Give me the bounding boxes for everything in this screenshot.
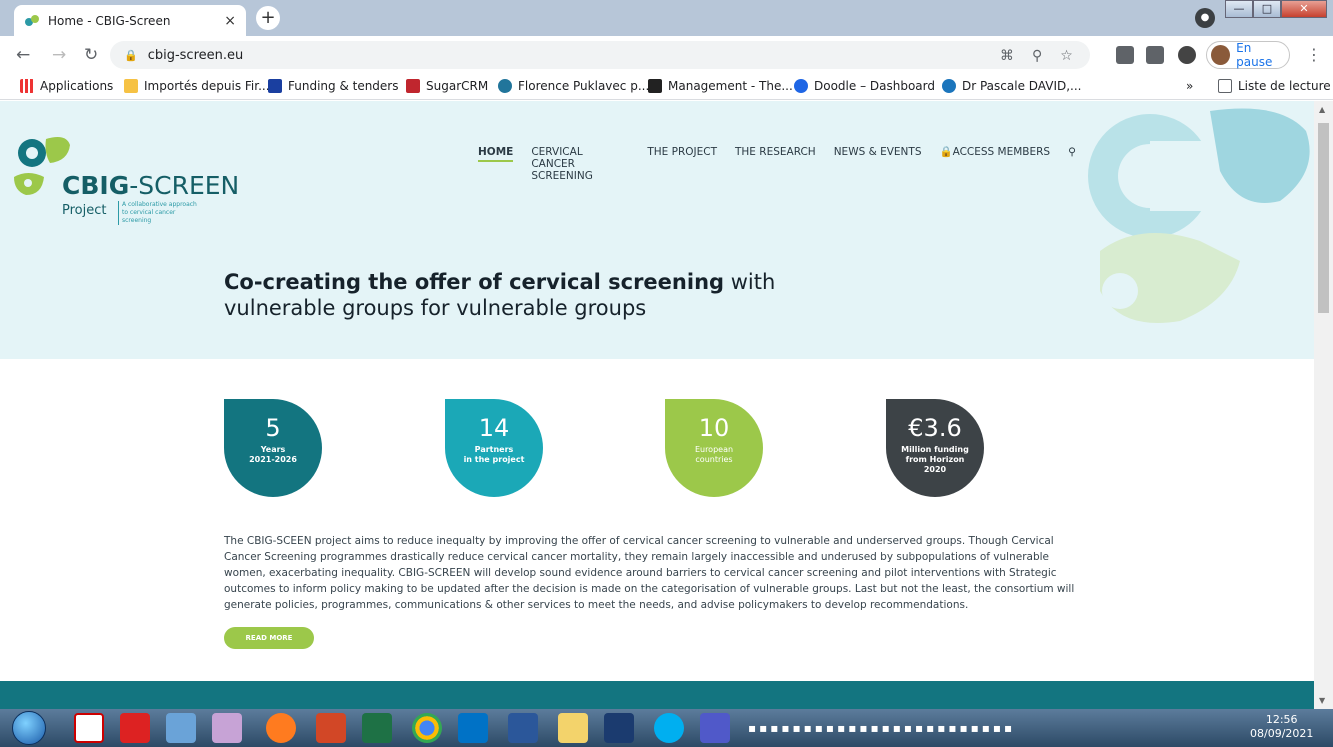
eu-flag-icon [268,79,282,93]
avatar [1211,45,1231,65]
bookmark-funding[interactable]: Funding & tenders [268,79,399,93]
stat-funding: €3.6 Million funding from Horizon 2020 [886,399,984,497]
nx-icon[interactable] [604,713,634,743]
site-favicon-icon [25,14,39,26]
bookmark-sugarcrm[interactable]: SugarCRM [406,79,488,93]
powerpoint-icon[interactable] [316,713,346,743]
paint-icon[interactable] [212,713,242,743]
translate-icon[interactable]: ⌘ [1000,48,1014,64]
extensions-puzzle-icon[interactable] [1178,46,1196,64]
excel-icon[interactable] [362,713,392,743]
scroll-up-icon[interactable]: ▲ [1319,105,1325,114]
apps-grid-icon [20,79,34,93]
browser-menu-icon[interactable]: ⋮ [1306,45,1322,64]
nav-access-members[interactable]: 🔒ACCESS MEMBERS [940,146,1051,182]
clock-time: 12:56 [1265,713,1298,726]
extension-icon[interactable] [1116,46,1134,64]
bookmark-pascale[interactable]: Dr Pascale DAVID,... [942,79,1082,93]
wordpress-icon [498,79,512,93]
hero-section: CBIG-SCREEN Project A collaborative appr… [0,101,1314,359]
stat-partners: 14 Partners in the project [445,399,543,497]
lock-icon: 🔒 [124,48,138,62]
nav-news-events[interactable]: NEWS & EVENTS [834,146,922,182]
forward-icon[interactable]: → [52,45,66,65]
back-icon[interactable]: ← [16,45,30,65]
bookmarks-bar: Applications Importés depuis Fir... Fund… [0,74,1333,100]
system-clock[interactable]: 12:56 08/09/2021 [1250,713,1313,741]
bookmark-management[interactable]: Management - The... [648,79,793,93]
reading-list-icon [1218,79,1232,93]
page-scrollbar[interactable]: ▲ ▼ [1314,101,1333,709]
toolbar: ← → ↻ 🔒 cbig-screen.eu ⌘ ⚲ ☆ En pause ⋮ [0,36,1333,74]
word-icon[interactable] [508,713,538,743]
project-description: The CBIG-SCEEN project aims to reduce in… [224,535,1075,611]
decorative-hands-graphic [1088,108,1310,323]
logo-project: Project [62,203,107,218]
logo-tagline: A collaborative approach to cervical can… [118,201,198,225]
nav-the-project[interactable]: THE PROJECT [647,146,717,182]
scrollbar-thumb[interactable] [1318,123,1329,313]
omnibox-actions: ⌘ ⚲ ☆ [1000,48,1073,64]
tab-search-icon[interactable]: ● [1195,8,1215,28]
hero-heading: Co-creating the offer of cervical screen… [224,270,776,320]
start-button[interactable] [12,711,46,745]
stat-years: 5 Years 2021-2026 [224,399,322,497]
skype-icon[interactable] [654,713,684,743]
main-navigation: HOME CERVICAL CANCER SCREENING THE PROJE… [478,146,1076,182]
bookmark-folder[interactable]: Importés depuis Fir... [124,79,270,93]
web-page: CBIG-SCREEN Project A collaborative appr… [0,101,1314,709]
bookmark-applications[interactable]: Applications [20,79,113,93]
browser-tab-strip: Home - CBIG-Screen × + ● — □ ✕ [0,0,1333,36]
address-bar[interactable]: 🔒 cbig-screen.eu [110,41,1090,69]
management-icon [648,79,662,93]
sugarcrm-icon [406,79,420,93]
browser-tab[interactable]: Home - CBIG-Screen × [14,5,246,36]
maximize-button[interactable]: □ [1253,0,1281,18]
reload-icon[interactable]: ↻ [84,45,98,65]
url-text: cbig-screen.eu [147,47,244,63]
new-tab-button[interactable]: + [256,6,280,30]
scroll-down-icon[interactable]: ▼ [1319,696,1325,705]
tab-title: Home - CBIG-Screen [48,13,171,28]
nav-cervical-cancer-screening[interactable]: CERVICAL CANCER SCREENING [531,146,629,182]
bookmark-star-icon[interactable]: ☆ [1060,48,1073,64]
footer-band [0,681,1314,709]
stats-row: 5 Years 2021-2026 14 Partners in the pro… [0,399,1314,499]
clock-date: 08/09/2021 [1250,727,1314,740]
notes-icon[interactable] [166,713,196,743]
minimize-button[interactable]: — [1225,0,1253,18]
file-explorer-icon[interactable] [558,713,588,743]
folder-icon [124,79,138,93]
reading-list[interactable]: Liste de lecture [1218,79,1331,93]
profile-button[interactable]: En pause [1206,41,1290,69]
bookmark-doodle[interactable]: Doodle – Dashboard [794,79,935,93]
windows-taskbar: ▪▪▪▪▪▪▪▪▪▪▪▪▪▪▪▪▪▪▪▪▪▪▪▪ 12:56 08/09/202… [0,709,1333,747]
logo-wordmark: CBIG-SCREEN [62,171,240,200]
site-icon [942,79,956,93]
firefox-icon[interactable] [266,713,296,743]
nav-the-research[interactable]: THE RESEARCH [735,146,816,182]
acrobat-icon[interactable] [120,713,150,743]
window-controls: — □ ✕ [1225,0,1327,18]
search-icon[interactable]: ⚲ [1068,146,1076,182]
close-window-button[interactable]: ✕ [1281,0,1327,18]
close-tab-icon[interactable]: × [224,13,236,29]
teams-icon[interactable] [700,713,730,743]
stat-countries: 10 European countries [665,399,763,497]
nav-home[interactable]: HOME [478,146,514,162]
lock-icon: 🔒 [939,146,953,158]
extension-icon[interactable] [1146,46,1164,64]
doodle-icon [794,79,808,93]
outlook-icon[interactable] [458,713,488,743]
pdf-reader-icon[interactable] [74,713,104,743]
zoom-icon[interactable]: ⚲ [1032,48,1042,64]
bookmarks-overflow[interactable]: » [1186,79,1193,93]
read-more-button[interactable]: READ MORE [224,627,314,649]
profile-status: En pause [1236,41,1273,69]
system-tray-icons[interactable]: ▪▪▪▪▪▪▪▪▪▪▪▪▪▪▪▪▪▪▪▪▪▪▪▪ [748,721,1015,735]
bookmark-florence[interactable]: Florence Puklavec p... [498,79,649,93]
chrome-icon[interactable] [412,713,442,743]
